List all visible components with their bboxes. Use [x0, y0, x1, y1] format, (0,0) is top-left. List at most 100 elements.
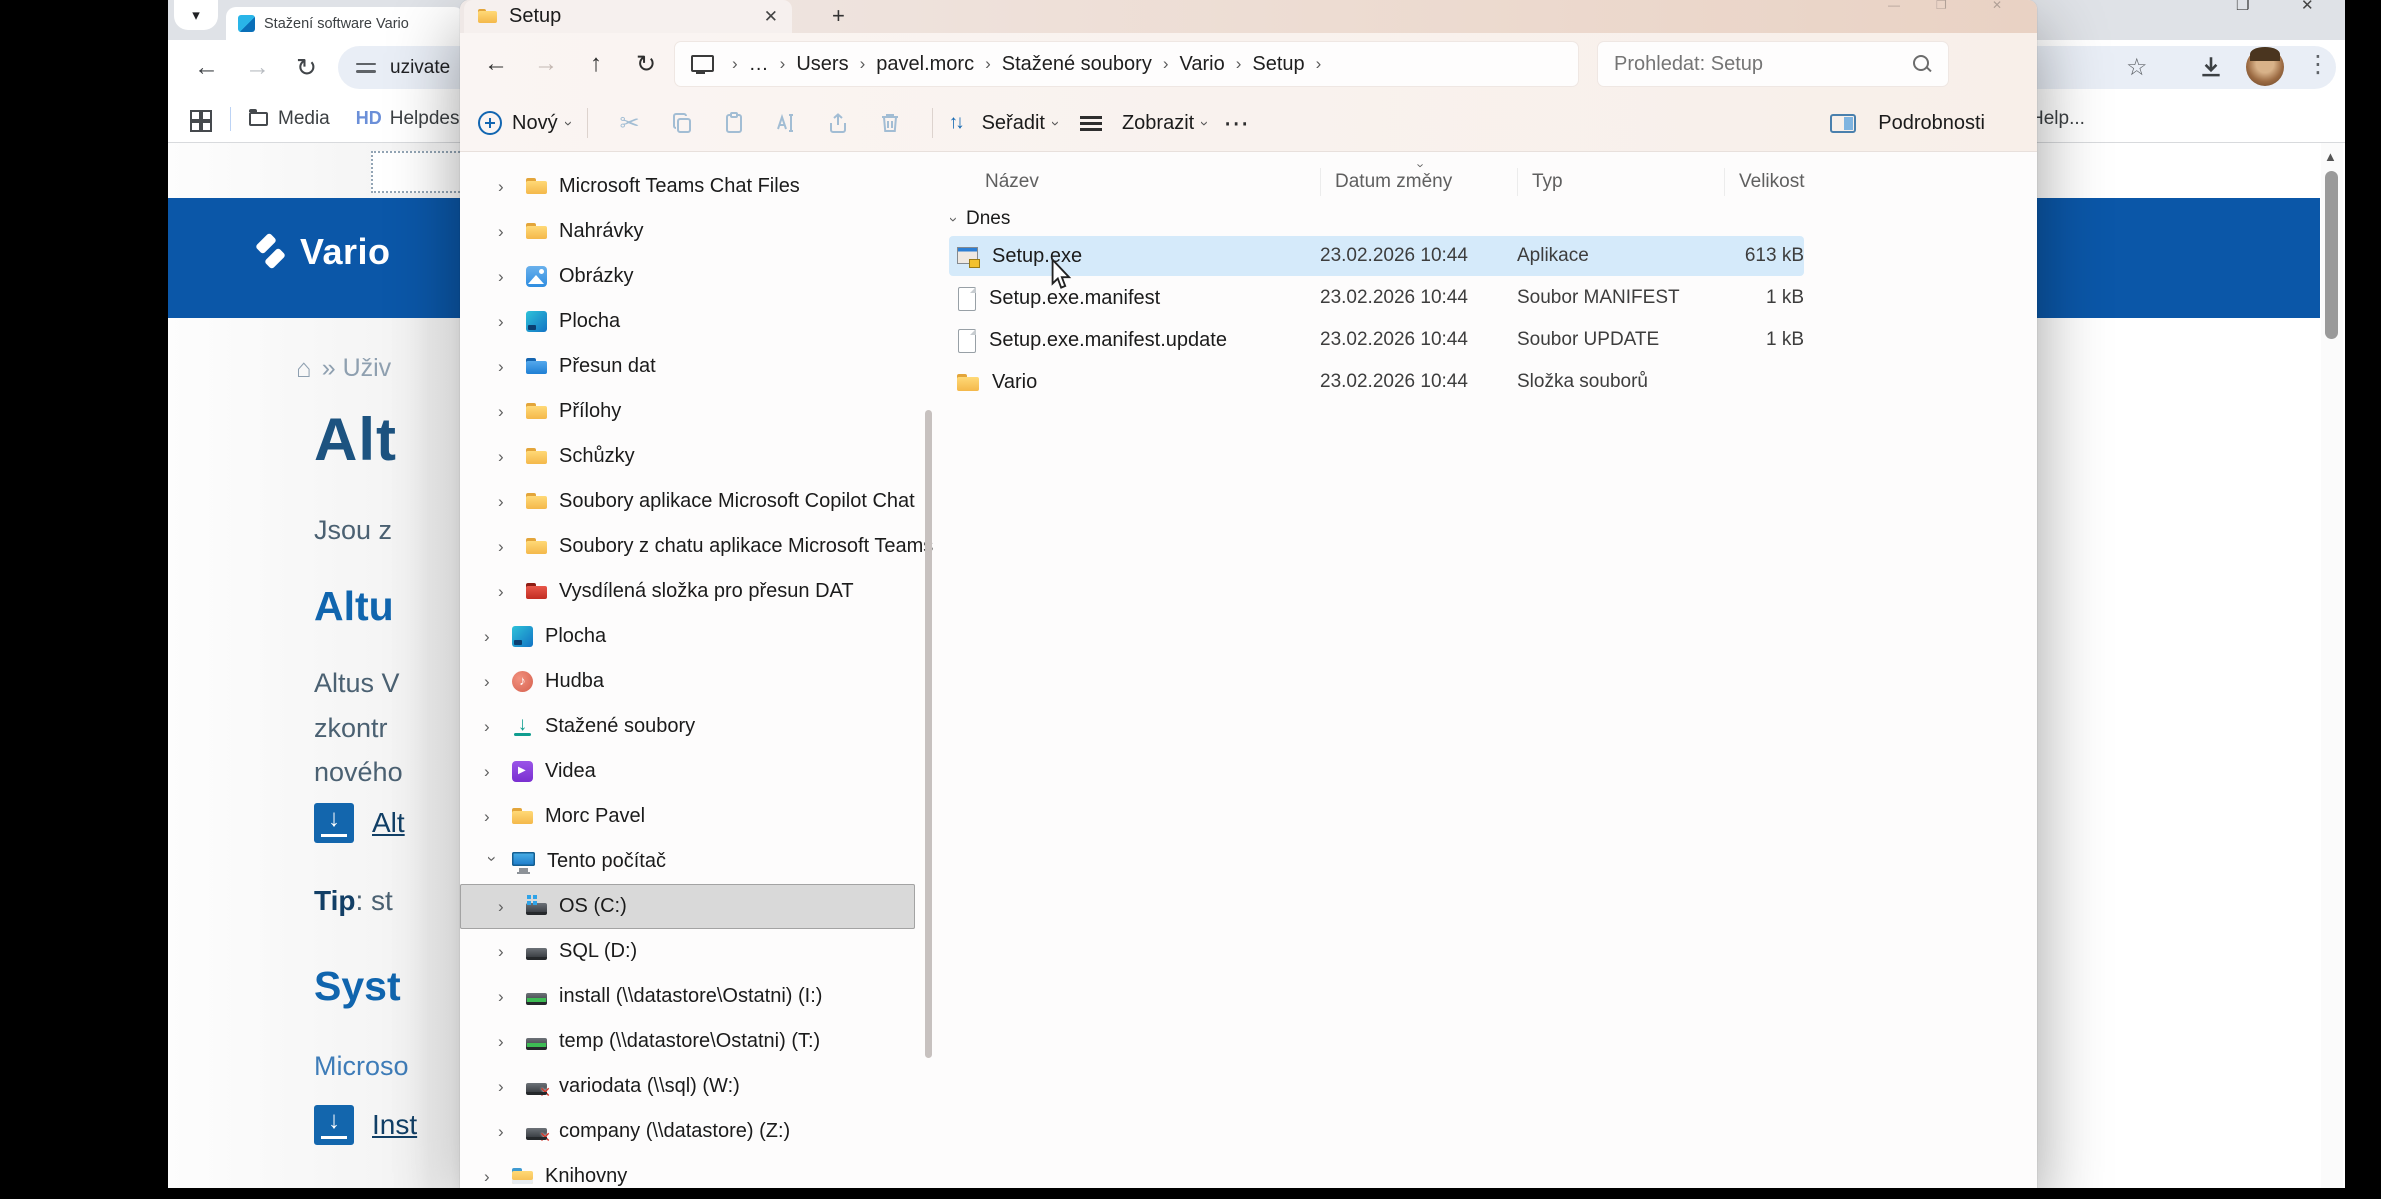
- rename-icon[interactable]: [760, 111, 812, 135]
- chevron-right-icon[interactable]: [498, 987, 514, 1007]
- breadcrumb-item[interactable]: pavel.morc: [876, 53, 974, 76]
- page-link[interactable]: Microso: [314, 1051, 409, 1082]
- sidebar-item[interactable]: Hudba: [460, 659, 915, 704]
- sidebar-item[interactable]: SQL (D:): [460, 929, 915, 974]
- chevron-right-icon[interactable]: [498, 1032, 514, 1052]
- bookmark-helpdesk[interactable]: Helpdesk: [390, 108, 469, 130]
- chevron-right-icon[interactable]: [484, 627, 500, 647]
- chevron-right-icon[interactable]: [498, 942, 514, 962]
- sidebar-item[interactable]: Stažené soubory: [460, 704, 915, 749]
- browser-reload-button[interactable]: [296, 53, 317, 83]
- delete-icon[interactable]: [864, 111, 916, 135]
- group-header[interactable]: Dnes: [935, 202, 2037, 236]
- chevron-right-icon[interactable]: [484, 1167, 500, 1187]
- download-icon[interactable]: [314, 1105, 354, 1145]
- sidebar-item[interactable]: Plocha: [460, 614, 915, 659]
- details-pane-button[interactable]: Podrobnosti: [1830, 112, 1993, 135]
- chevron-down-icon[interactable]: [560, 121, 577, 126]
- home-icon[interactable]: [296, 353, 312, 384]
- copy-icon[interactable]: [656, 111, 708, 135]
- chevron-down-icon[interactable]: [1196, 121, 1213, 126]
- chevron-right-icon[interactable]: [498, 492, 514, 512]
- chevron-right-icon[interactable]: [498, 177, 514, 197]
- explorer-tab[interactable]: Setup: [464, 0, 792, 33]
- file-row[interactable]: Setup.exe.manifest.update 23.02.2026 10:…: [949, 320, 1804, 360]
- chevron-right-icon[interactable]: [498, 312, 514, 332]
- share-icon[interactable]: [812, 111, 864, 135]
- bookmark-folder-icon[interactable]: [249, 112, 268, 126]
- file-row[interactable]: Vario 23.02.2026 10:44 Složka souborů: [949, 362, 1804, 402]
- sidebar-item[interactable]: Obrázky: [460, 254, 915, 299]
- nav-refresh-button[interactable]: [624, 50, 668, 79]
- sidebar-item[interactable]: Plocha: [460, 299, 915, 344]
- paste-icon[interactable]: [708, 111, 760, 135]
- sidebar-item[interactable]: Knihovny: [460, 1154, 915, 1188]
- download-link[interactable]: Alt: [372, 807, 405, 839]
- explorer-minimize-icon[interactable]: [1888, 0, 1900, 12]
- file-row[interactable]: Setup.exe.manifest 23.02.2026 10:44 Soub…: [949, 278, 1804, 318]
- cut-icon[interactable]: [604, 109, 656, 138]
- browser-tab[interactable]: Stažení software Vario: [226, 7, 464, 40]
- chevron-right-icon[interactable]: [498, 1077, 514, 1097]
- chevron-right-icon[interactable]: [484, 717, 500, 737]
- sidebar-item[interactable]: install (\\datastore\Ostatni) (I:): [460, 974, 915, 1019]
- new-plus-icon[interactable]: [478, 111, 502, 135]
- sidebar-item[interactable]: Microsoft Teams Chat Files: [460, 164, 915, 209]
- tab-search-button[interactable]: [174, 0, 218, 30]
- new-button[interactable]: Nový: [512, 112, 558, 135]
- nav-forward-button[interactable]: [524, 50, 568, 78]
- download-link[interactable]: Inst: [372, 1109, 417, 1141]
- breadcrumb-item[interactable]: Stažené soubory: [1002, 53, 1152, 76]
- profile-avatar[interactable]: [2246, 48, 2284, 86]
- sidebar-item[interactable]: Morc Pavel: [460, 794, 915, 839]
- new-tab-icon[interactable]: [832, 3, 845, 29]
- chevron-right-icon[interactable]: [498, 222, 514, 242]
- column-header-date[interactable]: Datum změny: [1320, 168, 1517, 196]
- chevron-right-icon[interactable]: [498, 582, 514, 602]
- browser-forward-button[interactable]: [245, 53, 270, 82]
- chevron-right-icon[interactable]: [484, 672, 500, 692]
- this-pc-icon[interactable]: [689, 54, 713, 74]
- column-header-name[interactable]: Název: [949, 171, 1320, 193]
- breadcrumb-item[interactable]: Users: [796, 53, 848, 76]
- sidebar-item[interactable]: Vysdílená složka pro přesun DAT: [460, 569, 915, 614]
- sort-button[interactable]: Seřadit: [982, 112, 1045, 135]
- bookmark-star-icon[interactable]: [2126, 53, 2148, 82]
- chevron-right-icon[interactable]: [498, 1122, 514, 1142]
- sidebar-item[interactable]: temp (\\datastore\Ostatni) (T:): [460, 1019, 915, 1064]
- sidebar-item-this-pc[interactable]: Tento počítač: [460, 839, 915, 884]
- sidebar-item[interactable]: Nahrávky: [460, 209, 915, 254]
- sidebar-item[interactable]: Soubory aplikace Microsoft Copilot Chat: [460, 479, 915, 524]
- breadcrumb-bar[interactable]: … Users pavel.morc Stažené soubory Vario…: [674, 41, 1579, 87]
- chevron-right-icon[interactable]: [498, 447, 514, 467]
- bookmark-help[interactable]: Help...: [2030, 108, 2085, 130]
- sidebar-item[interactable]: company (\\datastore) (Z:): [460, 1109, 915, 1154]
- window-close-icon[interactable]: [2301, 0, 2314, 14]
- page-scrollbar[interactable]: [2321, 143, 2343, 1188]
- breadcrumb-item[interactable]: Setup: [1252, 53, 1304, 76]
- browser-menu-icon[interactable]: [2306, 50, 2330, 79]
- sidebar-scrollbar[interactable]: [925, 410, 932, 1058]
- download-icon[interactable]: [314, 803, 354, 843]
- breadcrumb-overflow[interactable]: …: [749, 53, 769, 76]
- sidebar-item[interactable]: variodata (\\sql) (W:): [460, 1064, 915, 1109]
- nav-back-button[interactable]: [474, 50, 518, 78]
- apps-grid-icon[interactable]: [190, 110, 208, 128]
- chevron-right-icon[interactable]: [484, 762, 500, 782]
- sidebar-item[interactable]: Soubory z chatu aplikace Microsoft Teams: [460, 524, 915, 569]
- explorer-restore-icon[interactable]: [1936, 0, 1947, 12]
- column-header-size[interactable]: Velikost: [1724, 168, 1804, 196]
- chevron-down-icon[interactable]: [1047, 121, 1064, 126]
- chevron-right-icon[interactable]: [484, 807, 500, 827]
- explorer-search-box[interactable]: Prohledat: Setup: [1597, 41, 1949, 87]
- window-restore-icon[interactable]: [2236, 0, 2249, 14]
- column-header-type[interactable]: Typ: [1517, 168, 1724, 196]
- nav-up-button[interactable]: [574, 50, 618, 78]
- chevron-down-icon[interactable]: [945, 217, 962, 222]
- view-button[interactable]: Zobrazit: [1122, 112, 1194, 135]
- helpdesk-logo[interactable]: HD: [356, 108, 382, 129]
- chevron-right-icon[interactable]: [498, 897, 514, 917]
- browser-back-button[interactable]: [194, 53, 219, 82]
- sidebar-item-selected[interactable]: OS (C:): [460, 884, 915, 929]
- explorer-close-icon[interactable]: [1992, 0, 2002, 12]
